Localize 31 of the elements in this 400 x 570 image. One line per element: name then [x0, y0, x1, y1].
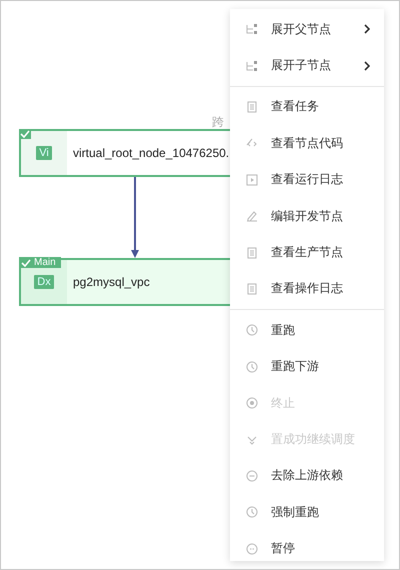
- pause-icon: [245, 542, 259, 556]
- menu-item[interactable]: 暂停: [230, 530, 384, 567]
- document-icon: [245, 282, 259, 296]
- menu-item[interactable]: 强制重跑: [230, 494, 384, 530]
- chevron-right-icon: [364, 60, 370, 71]
- clock-icon: [245, 323, 259, 338]
- branch-icon: [245, 22, 259, 36]
- document-icon: [245, 246, 259, 260]
- menu-item[interactable]: 去除上游依赖: [230, 458, 384, 494]
- menu-item[interactable]: 重跑: [230, 312, 384, 349]
- stop-icon: [245, 396, 259, 410]
- document-icon: [245, 100, 259, 114]
- check-icon: [21, 258, 31, 266]
- pen-icon: [245, 209, 259, 224]
- branch-icon: [245, 58, 259, 73]
- type-badge: Vi: [36, 146, 52, 160]
- menu-item[interactable]: 展开子节点: [230, 47, 384, 84]
- menu-item[interactable]: 重跑下游: [230, 348, 384, 385]
- menu-item[interactable]: 展开父节点: [230, 11, 384, 48]
- chevron-right-icon: [364, 24, 370, 34]
- play-icon: [245, 172, 259, 187]
- menu-item[interactable]: 编辑开发节点: [230, 198, 384, 234]
- edge-label: 跨: [212, 114, 224, 131]
- menu-item[interactable]: 查看任务: [230, 88, 384, 126]
- minus-circle-icon: [245, 468, 259, 483]
- tag-label: Main: [34, 257, 56, 268]
- node-name: virtual_root_node_10476250.: [73, 146, 230, 160]
- clock-icon: [245, 360, 259, 374]
- clock-icon: [245, 505, 259, 520]
- type-badge: Dx: [34, 275, 54, 289]
- node-name: pg2mysql_vpc: [73, 275, 150, 289]
